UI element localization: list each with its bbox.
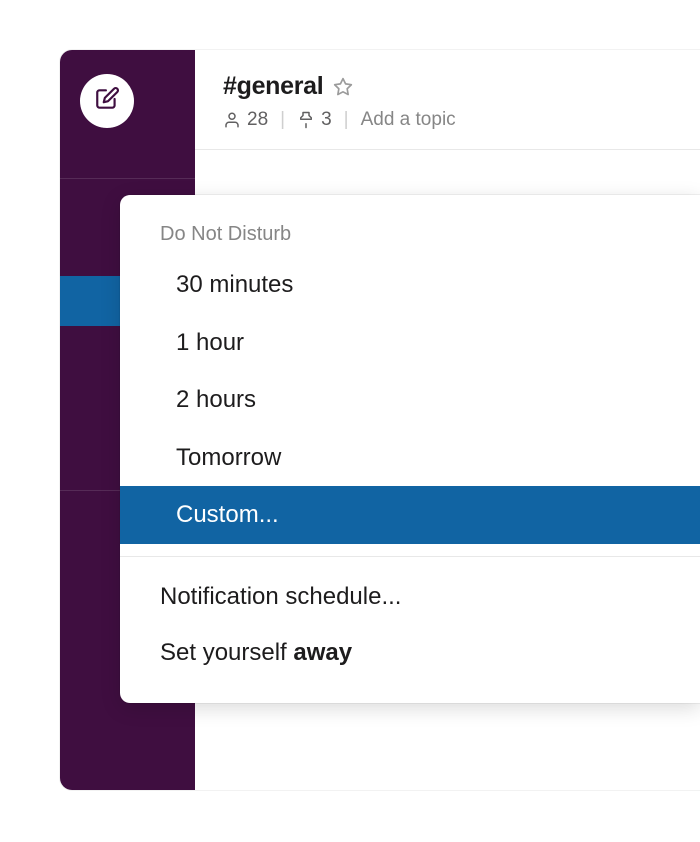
members-count[interactable]: 28 (223, 109, 268, 131)
channel-meta: 28 | 3 | Add a topic (223, 109, 672, 131)
dnd-option-30-minutes[interactable]: 30 minutes (120, 256, 700, 314)
dnd-menu-popover: Do Not Disturb 30 minutes 1 hour 2 hours… (120, 195, 700, 703)
star-icon[interactable] (333, 77, 353, 97)
set-away-prefix: Set yourself (160, 639, 293, 666)
meta-separator: | (280, 109, 285, 131)
add-topic-button[interactable]: Add a topic (361, 109, 456, 131)
channel-title-row: #general (223, 72, 672, 101)
members-count-value: 28 (247, 109, 268, 131)
compose-icon (94, 86, 120, 117)
menu-divider (120, 556, 700, 557)
compose-button[interactable] (80, 74, 134, 128)
pins-count-value: 3 (321, 109, 332, 131)
set-away-button[interactable]: Set yourself away (120, 625, 700, 681)
meta-separator: | (344, 109, 349, 131)
sidebar-divider (60, 178, 195, 179)
dnd-option-tomorrow[interactable]: Tomorrow (120, 429, 700, 487)
dnd-menu-header: Do Not Disturb (120, 217, 700, 256)
dnd-option-custom[interactable]: Custom... (120, 486, 700, 544)
channel-name[interactable]: #general (223, 72, 323, 101)
dnd-option-1-hour[interactable]: 1 hour (120, 314, 700, 372)
person-icon (223, 111, 241, 129)
notification-schedule-button[interactable]: Notification schedule... (120, 569, 700, 625)
set-away-bold: away (293, 639, 352, 666)
channel-header: #general 28 | (195, 50, 700, 150)
pin-icon (297, 111, 315, 129)
dnd-option-2-hours[interactable]: 2 hours (120, 371, 700, 429)
pins-count[interactable]: 3 (297, 109, 332, 131)
